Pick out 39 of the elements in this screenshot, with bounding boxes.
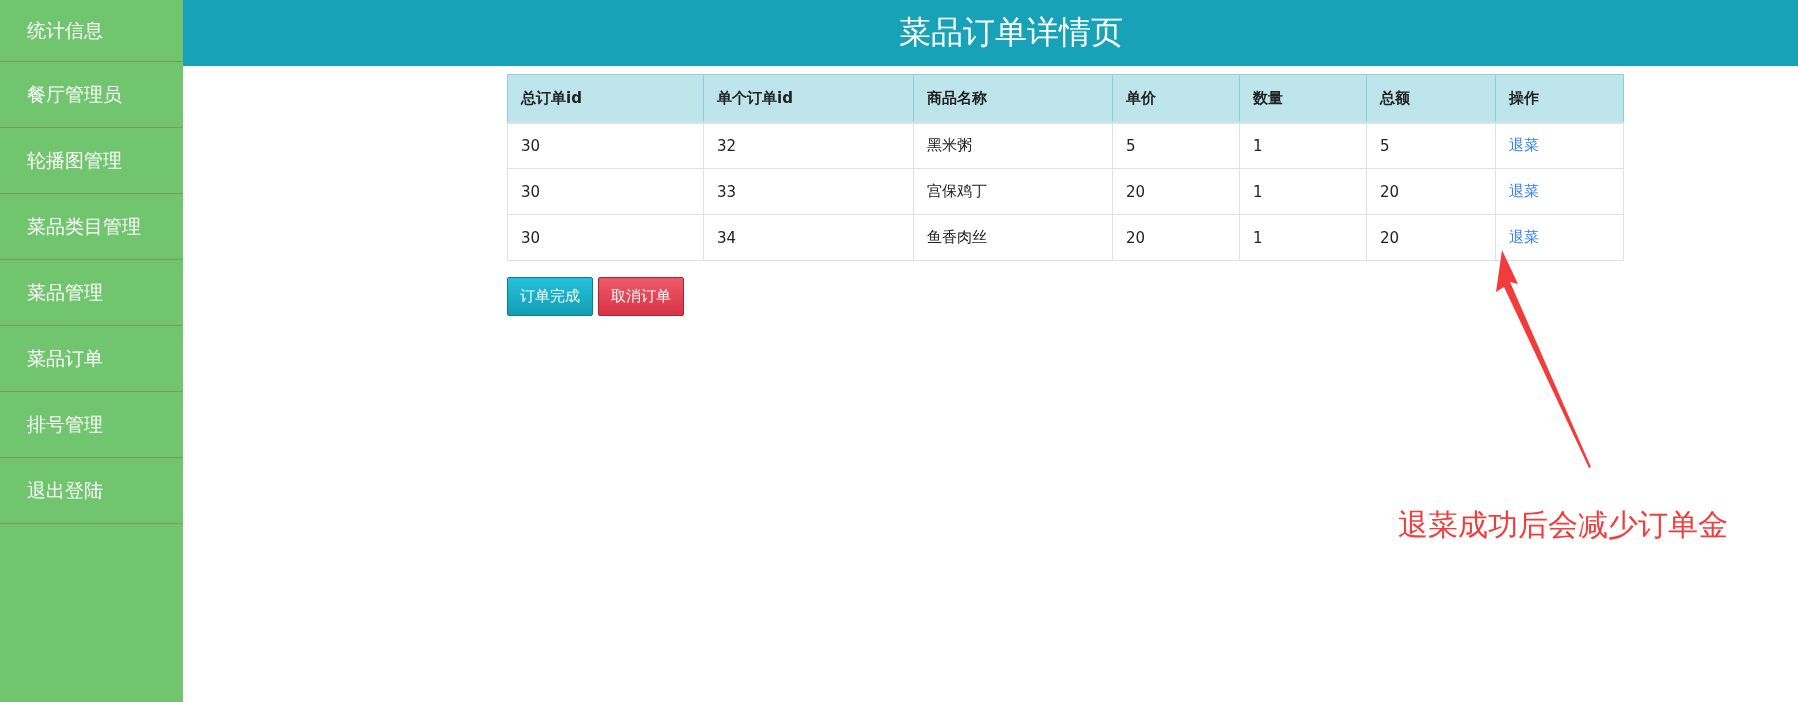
table-cell: 20 <box>1112 168 1240 215</box>
table-cell: 20 <box>1366 214 1496 261</box>
table-cell: 20 <box>1366 168 1496 215</box>
sidebar-item[interactable]: 餐厅管理员 <box>0 62 183 128</box>
sidebar-item[interactable]: 菜品管理 <box>0 260 183 326</box>
column-header: 单个订单id <box>703 74 914 123</box>
table-cell: 33 <box>703 168 914 215</box>
column-header: 单价 <box>1112 74 1240 123</box>
column-header: 总额 <box>1366 74 1496 123</box>
column-header: 数量 <box>1239 74 1367 123</box>
sidebar-item[interactable]: 菜品订单 <box>0 326 183 392</box>
sidebar-item[interactable]: 排号管理 <box>0 392 183 458</box>
page-title: 菜品订单详情页 <box>898 12 1123 53</box>
return-dish-link[interactable]: 退菜 <box>1509 228 1539 246</box>
table-cell: 宫保鸡丁 <box>913 168 1113 215</box>
column-header: 操作 <box>1495 74 1624 123</box>
table-cell: 黑米粥 <box>913 122 1113 169</box>
sidebar-item[interactable]: 菜品类目管理 <box>0 194 183 260</box>
annotation-text: 退菜成功后会减少订单金 <box>1398 506 1728 544</box>
table-cell: 20 <box>1112 214 1240 261</box>
table-cell: 鱼香肉丝 <box>913 214 1113 261</box>
cancel-order-button[interactable]: 取消订单 <box>598 277 684 316</box>
table-cell: 32 <box>703 122 914 169</box>
sidebar-item[interactable]: 退出登陆 <box>0 458 183 524</box>
return-dish-link[interactable]: 退菜 <box>1509 136 1539 155</box>
sidebar-item[interactable]: 轮播图管理 <box>0 128 183 194</box>
table-cell: 30 <box>507 168 704 215</box>
column-header: 总订单id <box>507 74 704 123</box>
table-cell: 1 <box>1239 122 1367 169</box>
table-cell: 5 <box>1112 122 1240 169</box>
table-cell: 34 <box>703 214 914 261</box>
column-header: 商品名称 <box>913 74 1113 123</box>
table-cell: 30 <box>507 214 704 261</box>
return-dish-link[interactable]: 退菜 <box>1509 182 1539 200</box>
complete-order-button[interactable]: 订单完成 <box>507 277 593 316</box>
table-cell: 1 <box>1239 214 1367 261</box>
table-cell: 1 <box>1239 168 1367 215</box>
table-cell: 30 <box>507 122 704 169</box>
table-cell: 5 <box>1366 122 1496 169</box>
